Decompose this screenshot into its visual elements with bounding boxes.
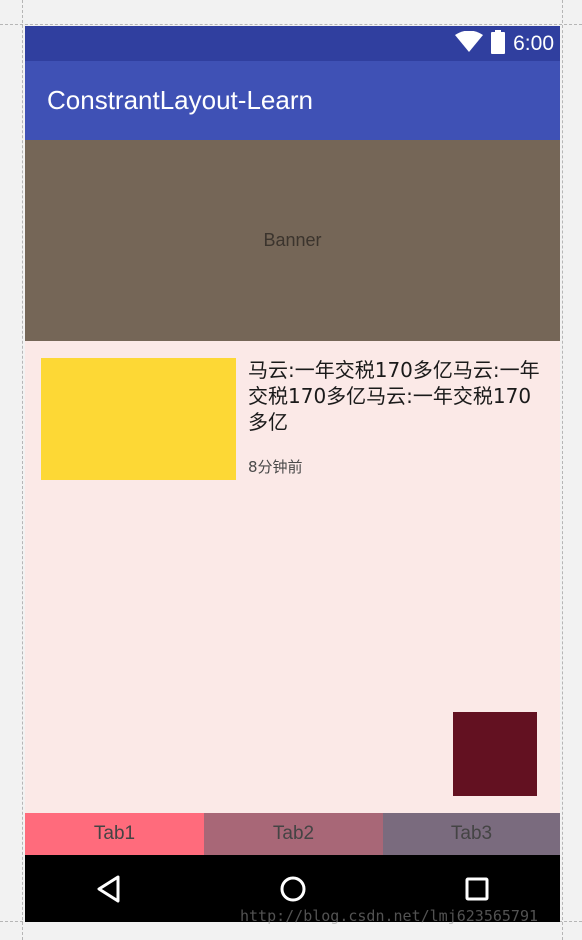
banner[interactable]: Banner: [25, 140, 560, 341]
news-title[interactable]: 马云:一年交税170多亿马云:一年交税170多亿马云:一年交税170多亿: [248, 357, 548, 435]
tab-2[interactable]: Tab2: [204, 813, 383, 855]
home-icon[interactable]: [276, 872, 310, 906]
app-title: ConstrantLayout-Learn: [47, 85, 313, 115]
status-bar: 6:00: [25, 26, 560, 61]
status-icons: 6:00: [455, 26, 554, 61]
status-time: 6:00: [513, 31, 554, 55]
guide-line-top: [0, 24, 582, 25]
banner-label: Banner: [263, 230, 322, 250]
battery-icon: [491, 29, 506, 58]
wifi-icon: [455, 30, 484, 57]
tab-1[interactable]: Tab1: [25, 813, 204, 855]
news-thumbnail[interactable]: [41, 358, 236, 480]
news-time: 8分钟前: [248, 458, 303, 476]
watermark-text: http://blog.csdn.net/lmj623565791: [240, 907, 539, 925]
guide-line-left: [22, 0, 23, 940]
tab-3[interactable]: Tab3: [383, 813, 560, 855]
recent-apps-icon[interactable]: [460, 872, 494, 906]
app-bar: ConstrantLayout-Learn: [25, 61, 560, 140]
tab-bar: Tab1 Tab2 Tab3: [25, 813, 560, 855]
device-screen: 6:00 ConstrantLayout-Learn Banner 马云:一年交…: [25, 26, 560, 922]
back-icon[interactable]: [92, 872, 126, 906]
guide-line-right: [562, 0, 563, 940]
corner-square-button[interactable]: [453, 712, 537, 796]
